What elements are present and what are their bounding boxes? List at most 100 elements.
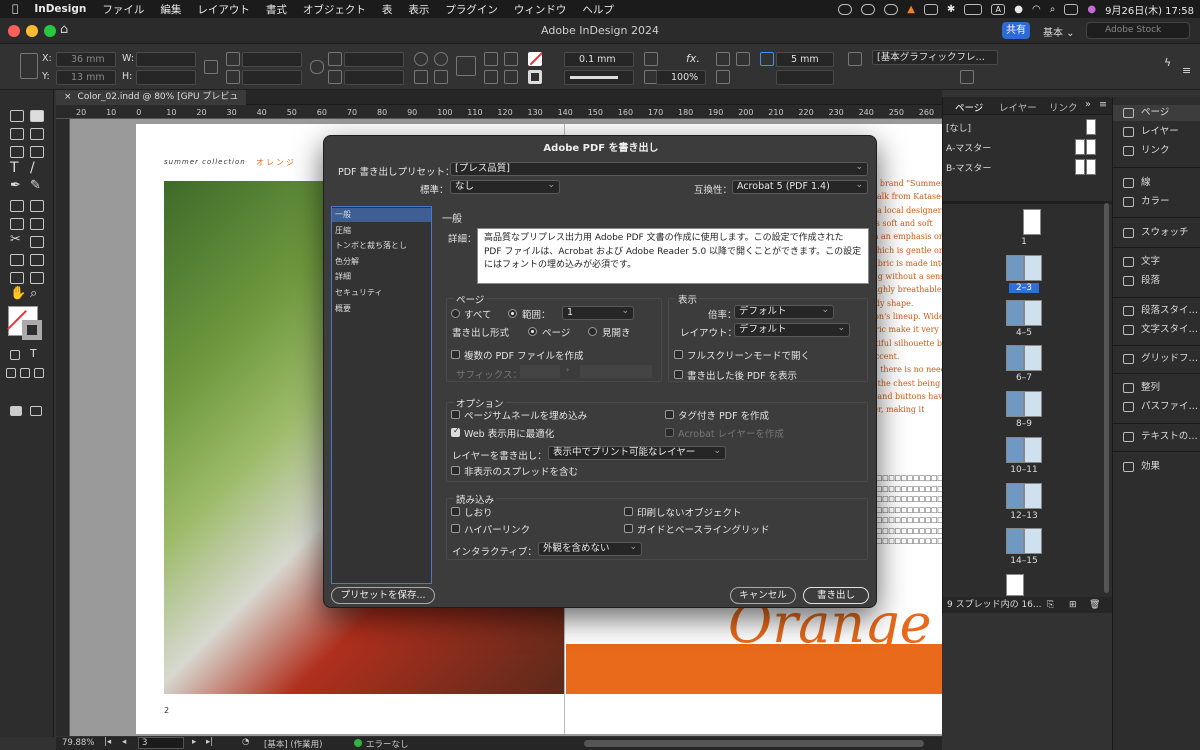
export-pages-radio[interactable] <box>528 327 537 336</box>
layers-export-select[interactable]: 表示中でプリント可能なレイヤー <box>548 445 726 460</box>
control-center-icon[interactable] <box>1064 3 1079 15</box>
rotate-cw-icon[interactable] <box>414 52 428 66</box>
page-thumb-left[interactable] <box>1006 391 1024 417</box>
line-tool-icon[interactable]: / <box>30 160 35 176</box>
menu-object[interactable]: オブジェクト <box>295 2 374 17</box>
page-thumb-right[interactable] <box>1024 437 1042 463</box>
spotlight-icon[interactable]: ⌕ <box>1050 4 1056 15</box>
apply-none-icon[interactable] <box>34 368 44 378</box>
pencil-tool-icon[interactable]: ✎ <box>30 178 41 193</box>
selection-tool-icon[interactable] <box>30 110 44 122</box>
page-thumb-right[interactable] <box>1024 483 1042 509</box>
constrain-scale-icon[interactable] <box>310 60 324 74</box>
text-wrap-icon[interactable] <box>716 52 730 66</box>
category-item[interactable]: 圧縮 <box>332 224 431 238</box>
category-item[interactable]: セキュリティ <box>332 286 431 300</box>
page-thumb-right[interactable] <box>1024 528 1042 554</box>
stock-search-input[interactable]: Adobe Stock <box>1086 22 1190 39</box>
quick-actions-icon[interactable]: ϟ <box>1164 56 1171 69</box>
master-a-thumb-left[interactable] <box>1075 139 1085 155</box>
select-next-icon[interactable] <box>504 70 518 84</box>
suffix-field[interactable] <box>520 365 560 378</box>
table-tool-icon[interactable] <box>10 218 24 230</box>
constrain-proportions-icon[interactable] <box>204 60 218 74</box>
open-file-icon[interactable]: ◔ <box>242 737 249 747</box>
dock-item[interactable]: 段落スタイ… <box>1113 303 1200 319</box>
last-page-icon[interactable]: ▸| <box>206 737 213 747</box>
normal-mode-icon[interactable] <box>10 406 22 416</box>
menu-edit[interactable]: 編集 <box>152 2 189 17</box>
menu-view[interactable]: 表示 <box>400 2 437 17</box>
scale-y-field[interactable] <box>242 70 302 85</box>
scale-y-icon[interactable] <box>226 70 240 84</box>
menu-layout[interactable]: レイアウト <box>189 2 258 17</box>
hidden-spreads-label[interactable]: 非表示のスプレッドを含む <box>464 464 578 478</box>
content-collector-icon[interactable] <box>10 146 24 158</box>
master-b-thumb-left[interactable] <box>1075 159 1085 175</box>
page-thumb-right[interactable] <box>1024 391 1042 417</box>
dock-item[interactable]: 効果 <box>1113 459 1200 475</box>
page-thumb-left[interactable] <box>1006 300 1024 326</box>
tagged-label[interactable]: タグ付き PDF を作成 <box>678 408 769 422</box>
flip-v-icon[interactable] <box>434 70 448 84</box>
dock-item[interactable]: 整列 <box>1113 380 1200 396</box>
close-tab-icon[interactable]: × <box>64 92 72 102</box>
control-menu-icon[interactable]: ≡ <box>1182 64 1191 77</box>
thumbs-label[interactable]: ページサムネールを埋め込み <box>464 408 587 422</box>
category-item[interactable]: 色分解 <box>332 255 431 269</box>
page-thumb[interactable] <box>1006 574 1024 596</box>
frame-fitting-icon[interactable] <box>644 52 658 66</box>
dock-item[interactable]: スウォッチ <box>1113 225 1200 241</box>
web-optimize-checkbox[interactable] <box>451 426 460 437</box>
suffix-insert-icon[interactable]: › <box>566 365 569 374</box>
brave-icon[interactable]: ▲ <box>907 4 915 15</box>
workspace-switcher[interactable]: 基本 ⌄ <box>1043 24 1075 39</box>
rect-frame-tool-icon[interactable] <box>10 200 24 212</box>
dock-item[interactable]: レイヤー <box>1113 124 1200 140</box>
select-previous-icon[interactable] <box>484 70 498 84</box>
menu-help[interactable]: ヘルプ <box>574 2 622 17</box>
category-item[interactable]: 一般 <box>332 208 431 222</box>
page-thumb-right[interactable] <box>1024 255 1042 281</box>
multi-pdf-label[interactable]: 複数の PDF ファイルを作成 <box>464 348 584 362</box>
scissors-tool-icon[interactable]: ✂ <box>10 232 21 247</box>
pages-all-label[interactable]: すべて <box>464 307 491 321</box>
reference-point-icon[interactable] <box>20 53 38 79</box>
cloud-icon[interactable] <box>838 3 853 15</box>
shear-field[interactable] <box>344 70 404 85</box>
bookmarks-label[interactable]: しおり <box>464 505 493 519</box>
opacity-field[interactable]: 100% <box>656 70 706 85</box>
menu-table[interactable]: 表 <box>374 2 401 17</box>
delete-page-icon[interactable]: 🗑 <box>1089 597 1100 613</box>
rect-tool-icon[interactable] <box>30 200 44 212</box>
fullscreen-checkbox[interactable] <box>674 350 683 359</box>
page-thumb-left[interactable] <box>1006 437 1024 463</box>
direct-selection-tool-icon[interactable] <box>10 128 24 140</box>
master-none[interactable]: [なし] <box>946 121 971 134</box>
app-menu[interactable]: InDesign <box>26 3 94 15</box>
select-content-icon[interactable] <box>504 52 518 66</box>
master-b[interactable]: B-マスター <box>946 161 991 174</box>
export-pages-label[interactable]: ページ <box>542 325 570 339</box>
grid-tool-icon[interactable] <box>30 218 44 230</box>
gap-field[interactable]: 5 mm <box>776 52 834 67</box>
stroke-box-icon[interactable] <box>22 320 42 340</box>
type-tool-icon[interactable]: T <box>10 160 19 176</box>
pages-range-label[interactable]: 範囲： <box>522 307 551 321</box>
page-label[interactable]: 2–3 <box>1009 283 1039 293</box>
category-item[interactable]: 概要 <box>332 302 431 316</box>
document-tab[interactable]: ×Color_02.indd @ 80% [GPU プレビュー] <box>56 90 246 117</box>
dock-item[interactable]: グリッドフ… <box>1113 351 1200 367</box>
record-icon[interactable] <box>923 3 938 15</box>
format-container-icon[interactable] <box>10 350 20 360</box>
page-label[interactable]: 12–13 <box>994 511 1054 521</box>
tab-layers[interactable]: レイヤー <box>999 100 1037 114</box>
interactive-select[interactable]: 外観を含めない <box>538 541 642 556</box>
menu-type[interactable]: 書式 <box>258 2 295 17</box>
view-layout-select[interactable]: デフォルト <box>734 322 850 337</box>
master-a-thumb-right[interactable] <box>1086 139 1096 155</box>
panel-options-icon[interactable] <box>960 70 974 84</box>
hyperlinks-checkbox[interactable] <box>451 524 460 533</box>
view-after-label[interactable]: 書き出した後 PDF を表示 <box>687 368 797 382</box>
rotate-ccw-icon[interactable] <box>434 52 448 66</box>
